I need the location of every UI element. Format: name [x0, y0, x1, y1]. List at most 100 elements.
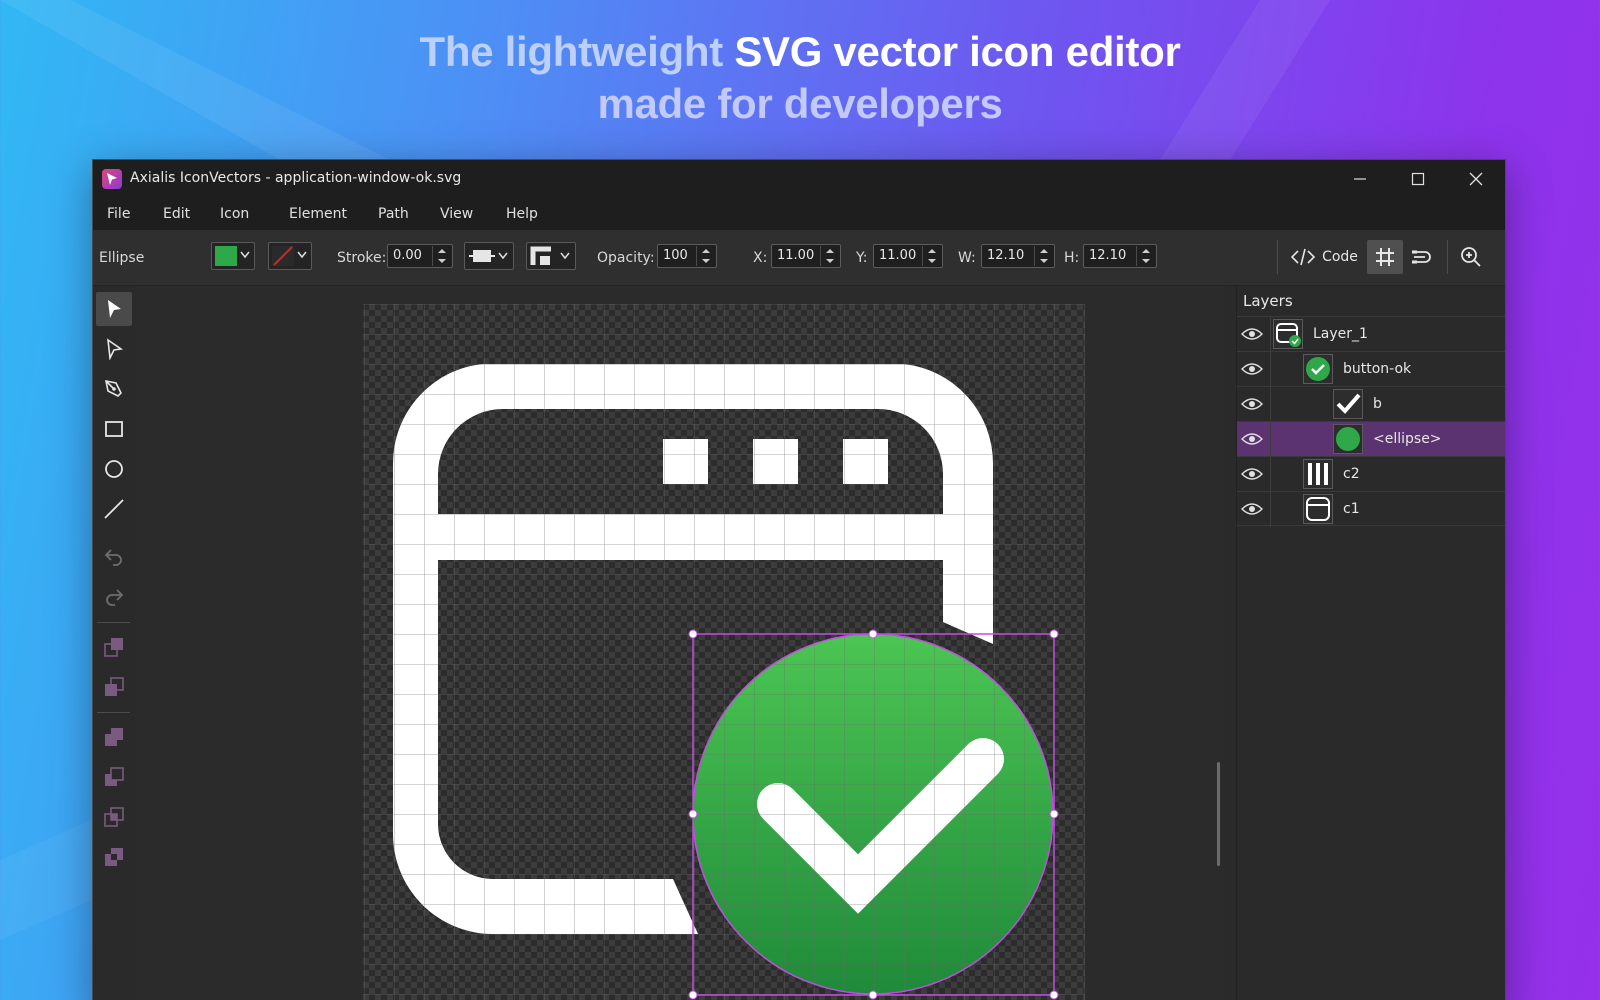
selection-handle[interactable] — [1049, 990, 1059, 1000]
eye-icon[interactable] — [1241, 326, 1263, 342]
layer-row-layer-1[interactable]: Layer_1 — [1237, 316, 1505, 352]
close-button[interactable] — [1447, 160, 1505, 198]
intersect-button[interactable] — [96, 800, 132, 834]
checkmark-thumb — [1333, 389, 1363, 419]
zoom-button[interactable] — [1453, 240, 1489, 274]
redo-button[interactable] — [96, 580, 132, 614]
fill-color-picker[interactable] — [211, 242, 255, 270]
artboard[interactable] — [363, 304, 1085, 1000]
stroke-cap-dropdown[interactable] — [464, 242, 514, 270]
headline-line-2: made for developers — [597, 80, 1003, 127]
selection-handle[interactable] — [688, 809, 698, 819]
row-separator — [1270, 492, 1271, 527]
grid-toggle-button[interactable] — [1367, 240, 1403, 274]
row-separator — [1270, 317, 1271, 352]
chevron-down-icon — [297, 251, 307, 259]
selection-handle[interactable] — [688, 629, 698, 639]
code-label: Code — [1322, 249, 1358, 265]
layer-row-ellipse[interactable]: <ellipse> — [1237, 421, 1505, 457]
x-input[interactable]: 11.00 — [771, 244, 841, 268]
layer-row-button-ok[interactable]: button-ok — [1237, 351, 1505, 387]
window-frame-thumb — [1303, 494, 1333, 524]
selection-handle[interactable] — [868, 990, 878, 1000]
menu-element[interactable]: Element — [289, 206, 347, 222]
layer-row-c2[interactable]: c2 — [1237, 456, 1505, 492]
pen-tool-button[interactable] — [96, 372, 132, 406]
stroke-width-value: 0.00 — [393, 248, 422, 263]
menu-path[interactable]: Path — [378, 206, 409, 222]
selection-handle[interactable] — [1049, 809, 1059, 819]
h-value: 12.10 — [1089, 248, 1127, 263]
toolbar-separator — [1447, 240, 1448, 274]
canvas-area[interactable] — [135, 286, 1223, 1000]
fill-swatch — [215, 246, 237, 266]
chevron-down-icon — [240, 251, 250, 259]
headline-bright-text: SVG vector icon editor — [734, 28, 1181, 75]
undo-button[interactable] — [96, 540, 132, 574]
stroke-width-input[interactable]: 0.00 — [387, 244, 453, 268]
selection-handle[interactable] — [1049, 629, 1059, 639]
headline-muted-text: The lightweight — [419, 28, 723, 75]
ellipse-icon — [105, 460, 123, 478]
selection-handle[interactable] — [868, 629, 878, 639]
menu-help[interactable]: Help — [506, 206, 538, 222]
snap-magnet-button[interactable] — [1405, 240, 1441, 274]
h-input[interactable]: 12.10 — [1083, 244, 1157, 268]
w-input[interactable]: 12.10 — [981, 244, 1055, 268]
row-separator — [1270, 457, 1271, 492]
spin-arrows-icon[interactable] — [1034, 246, 1052, 266]
menu-view[interactable]: View — [440, 206, 473, 222]
rectangle-tool-button[interactable] — [96, 412, 132, 446]
bring-front-button[interactable] — [96, 630, 132, 664]
green-check-thumb — [1303, 354, 1333, 384]
maximize-button[interactable] — [1389, 160, 1447, 198]
no-stroke-slash-icon — [273, 246, 293, 266]
layer-name: Layer_1 — [1313, 326, 1368, 342]
canvas-scrollbar[interactable] — [1217, 762, 1220, 866]
opacity-input[interactable]: 100 — [657, 244, 717, 268]
app-logo-icon — [102, 169, 122, 189]
select-tool-button[interactable] — [96, 292, 132, 326]
selection-handle[interactable] — [688, 990, 698, 1000]
eye-icon[interactable] — [1241, 501, 1263, 517]
eye-icon[interactable] — [1241, 466, 1263, 482]
eye-icon[interactable] — [1241, 431, 1263, 447]
spin-arrows-icon[interactable] — [1136, 246, 1154, 266]
spin-arrows-icon[interactable] — [820, 246, 838, 266]
menu-icon[interactable]: Icon — [220, 206, 249, 222]
layer-name: b — [1373, 396, 1382, 412]
spin-arrows-icon[interactable] — [432, 246, 450, 266]
subtract-button[interactable] — [96, 760, 132, 794]
rectangle-icon — [105, 421, 123, 437]
code-button[interactable]: Code — [1285, 240, 1363, 274]
layer-row-c1[interactable]: c1 — [1237, 491, 1505, 527]
eye-icon[interactable] — [1241, 361, 1263, 377]
layer-row-b[interactable]: b — [1237, 386, 1505, 422]
toolbox-separator — [97, 712, 130, 713]
green-circle-thumb — [1333, 424, 1363, 454]
direct-select-icon — [107, 338, 124, 360]
stroke-join-dropdown[interactable] — [526, 242, 576, 270]
minimize-button[interactable] — [1331, 160, 1389, 198]
y-input[interactable]: 11.00 — [873, 244, 943, 268]
exclude-button[interactable] — [96, 840, 132, 874]
zoom-in-icon — [1461, 247, 1481, 267]
exclude-icon — [105, 848, 123, 866]
y-label: Y: — [856, 250, 868, 266]
row-separator — [1270, 387, 1271, 422]
stroke-color-picker[interactable] — [268, 242, 312, 270]
menu-file[interactable]: File — [107, 206, 130, 222]
menu-edit[interactable]: Edit — [163, 206, 190, 222]
spin-arrows-icon[interactable] — [922, 246, 940, 266]
layer-name: <ellipse> — [1373, 431, 1442, 447]
eye-icon[interactable] — [1241, 396, 1263, 412]
union-button[interactable] — [96, 720, 132, 754]
ellipse-tool-button[interactable] — [96, 452, 132, 486]
direct-select-tool-button[interactable] — [96, 332, 132, 366]
line-tool-button[interactable] — [96, 492, 132, 526]
layer-name: c1 — [1343, 501, 1360, 517]
toolbox-separator — [97, 622, 130, 623]
spin-arrows-icon[interactable] — [696, 246, 714, 266]
opacity-label: Opacity: — [597, 250, 655, 266]
send-back-button[interactable] — [96, 670, 132, 704]
